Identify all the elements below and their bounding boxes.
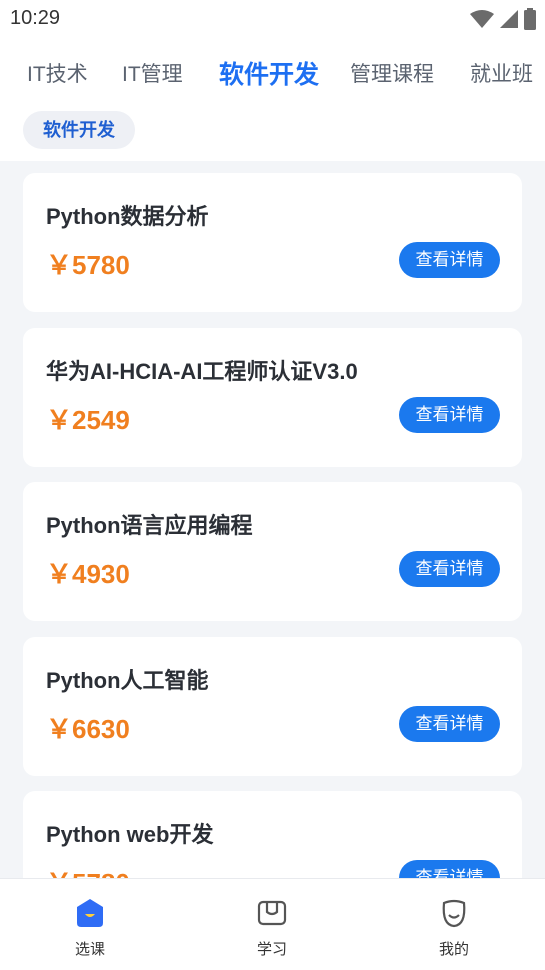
signal-icon: [500, 10, 518, 28]
course-price: ￥4930: [46, 559, 130, 589]
bottom-nav: 选课 学习 我的: [0, 878, 545, 970]
view-details-button[interactable]: 查看详情: [399, 860, 500, 878]
course-title: Python语言应用编程: [46, 513, 253, 538]
course-card[interactable]: Python数据分析 ￥5780 查看详情: [23, 173, 522, 312]
view-details-button[interactable]: 查看详情: [399, 242, 500, 278]
nav-item-course-select[interactable]: 选课: [30, 879, 150, 970]
course-price: ￥2549: [46, 405, 130, 435]
course-title: Python人工智能: [46, 668, 209, 693]
course-title: Python web开发: [46, 822, 214, 847]
course-card[interactable]: 华为AI-HCIA-AI工程师认证V3.0 ￥2549 查看详情: [23, 328, 522, 467]
category-header: IT技术 IT管理 软件开发 管理课程 就业班 软件开发: [0, 40, 545, 161]
course-price: ￥6630: [46, 714, 130, 744]
course-list[interactable]: Python数据分析 ￥5780 查看详情 华为AI-HCIA-AI工程师认证V…: [0, 161, 545, 878]
course-card[interactable]: Python人工智能 ￥6630 查看详情: [23, 637, 522, 776]
course-card[interactable]: Python web开发 ￥5780 查看详情: [23, 791, 522, 878]
view-details-button[interactable]: 查看详情: [399, 706, 500, 742]
nav-label: 学习: [256, 941, 287, 958]
battery-icon: [524, 8, 536, 30]
nav-label: 我的: [438, 941, 469, 958]
status-icons: [469, 8, 537, 30]
wifi-icon: [470, 10, 494, 28]
course-title: Python数据分析: [46, 204, 209, 229]
status-bar: 10:29: [0, 0, 545, 40]
view-details-button[interactable]: 查看详情: [399, 551, 500, 587]
book-icon: [257, 900, 287, 926]
course-select-icon: [77, 899, 103, 927]
status-time: 10:29: [10, 7, 61, 29]
tab-employment-class[interactable]: 就业班: [470, 54, 533, 96]
nav-item-profile[interactable]: 我的: [394, 879, 514, 970]
tab-it-management[interactable]: IT管理: [122, 54, 183, 96]
tab-software-dev[interactable]: 软件开发: [219, 54, 319, 96]
profile-icon: [442, 899, 466, 928]
nav-item-study[interactable]: 学习: [212, 879, 332, 970]
category-tabs: IT技术 IT管理 软件开发 管理课程 就业班: [0, 54, 545, 96]
course-title: 华为AI-HCIA-AI工程师认证V3.0: [46, 359, 358, 384]
nav-label: 选课: [74, 941, 105, 958]
course-price: ￥5780: [46, 250, 130, 280]
sub-category-chip[interactable]: 软件开发: [23, 111, 135, 149]
view-details-button[interactable]: 查看详情: [399, 397, 500, 433]
tab-management-courses[interactable]: 管理课程: [350, 54, 434, 96]
course-price: ￥5780: [46, 863, 130, 878]
tab-it-tech[interactable]: IT技术: [27, 54, 88, 96]
course-card[interactable]: Python语言应用编程 ￥4930 查看详情: [23, 482, 522, 621]
